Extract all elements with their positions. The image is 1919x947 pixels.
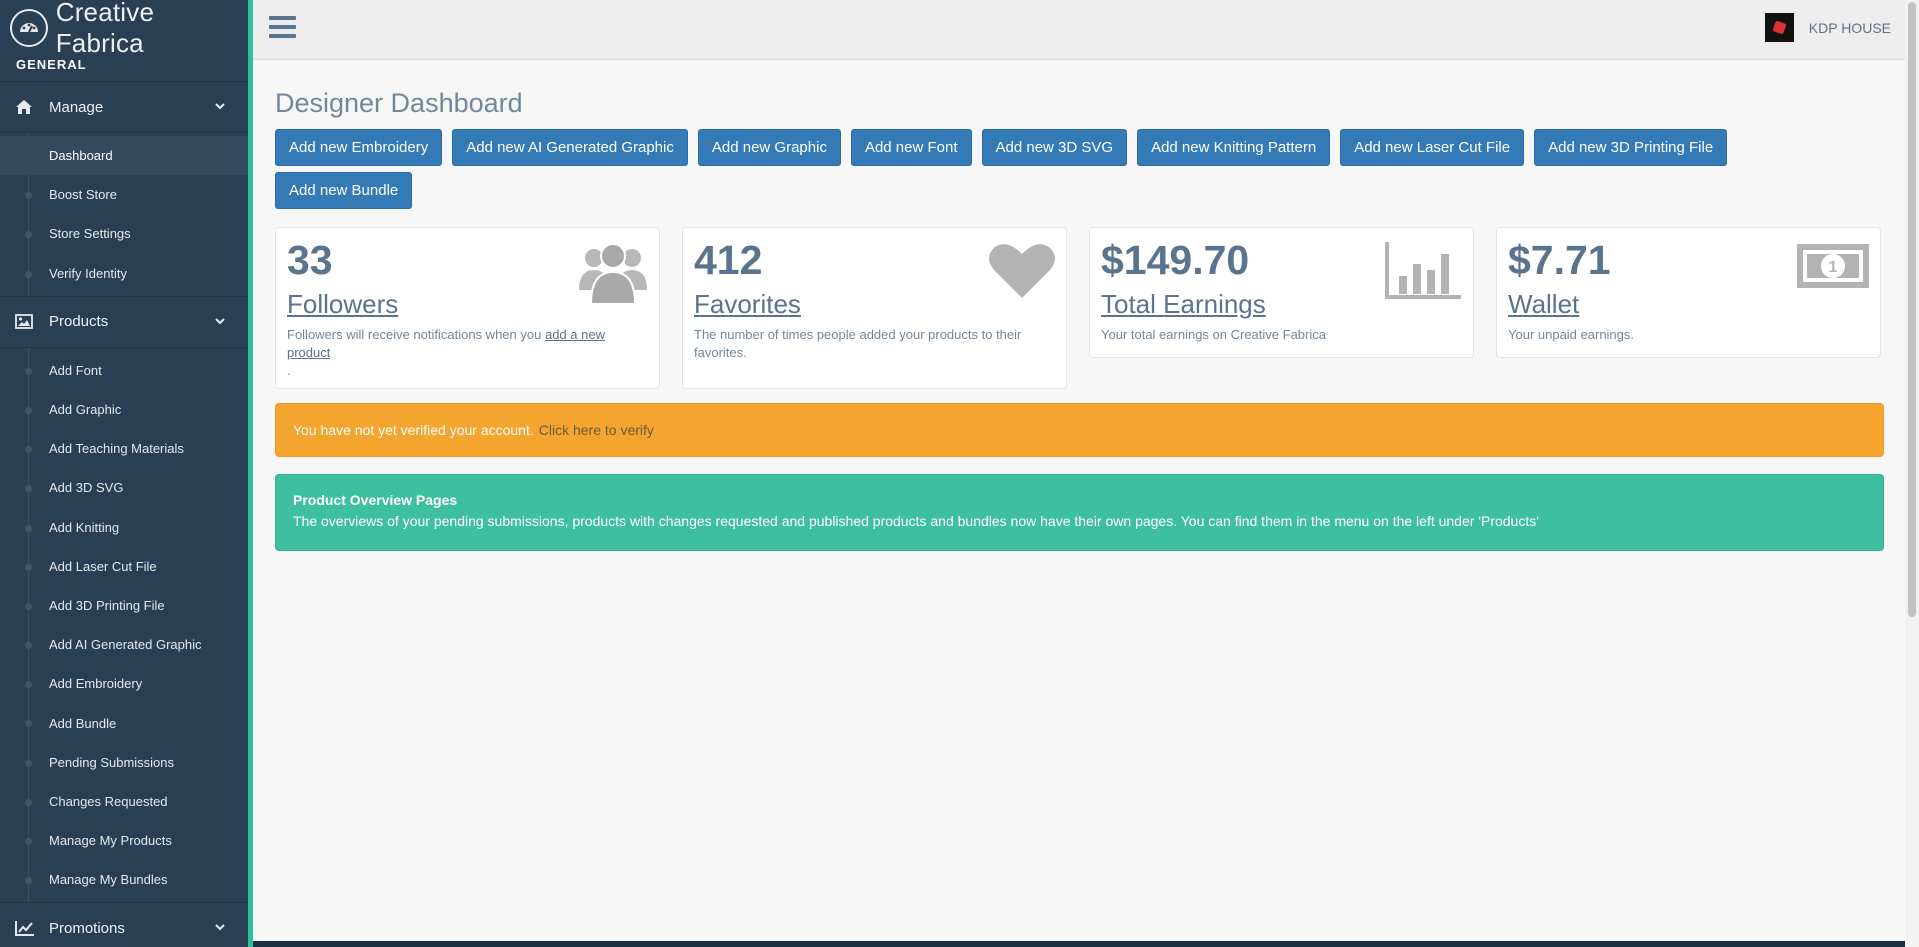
stats-row: 33 Followers Followers will receive noti… xyxy=(275,227,1884,389)
menu-manage-label: Manage xyxy=(49,98,104,116)
sidebar-item-add-ai-generated-graphic[interactable]: Add AI Generated Graphic xyxy=(0,625,248,664)
brand[interactable]: Creative Fabrica xyxy=(0,0,248,58)
sidebar-item-manage-my-bundles[interactable]: Manage My Bundles xyxy=(0,860,248,899)
sidebar-item-manage-my-products[interactable]: Manage My Products xyxy=(0,821,248,860)
chevron-down-icon xyxy=(214,920,226,938)
add-graphic-button[interactable]: Add new Graphic xyxy=(697,129,841,166)
user-menu[interactable]: KDP HOUSE xyxy=(1764,13,1891,42)
svg-text:1: 1 xyxy=(1829,259,1838,276)
product-overview-info-alert: Product Overview Pages The overviews of … xyxy=(275,474,1884,551)
money-icon: 1 xyxy=(1796,240,1870,297)
dashboard-gauge-icon xyxy=(10,8,48,47)
sidebar-item-changes-requested[interactable]: Changes Requested xyxy=(0,782,248,821)
followers-desc-end: . xyxy=(287,363,291,378)
heart-icon xyxy=(988,240,1056,305)
sidebar: Creative Fabrica GENERAL Manage Dashboar… xyxy=(0,0,253,947)
brand-title: Creative Fabrica xyxy=(55,0,155,58)
menu-promotions[interactable]: Promotions xyxy=(0,902,248,947)
menu-products-label: Products xyxy=(49,313,109,331)
add-3d-svg-button[interactable]: Add new 3D SVG xyxy=(981,129,1128,166)
add-buttons-row: Add new Embroidery Add new AI Generated … xyxy=(275,129,1875,215)
sidebar-item-dashboard[interactable]: Dashboard xyxy=(0,136,248,176)
page-scrollbar[interactable] xyxy=(1905,0,1919,947)
bar-chart-icon xyxy=(1385,240,1463,305)
menu-manage[interactable]: Manage xyxy=(0,81,248,133)
menu-toggle-icon[interactable] xyxy=(269,16,296,43)
stat-followers: 33 Followers Followers will receive noti… xyxy=(275,227,660,389)
sidebar-item-add-font[interactable]: Add Font xyxy=(0,351,248,390)
sidebar-item-verify-identity[interactable]: Verify Identity xyxy=(0,254,248,293)
sidebar-item-add-3d-printing-file[interactable]: Add 3D Printing File xyxy=(0,586,248,625)
favorites-description: The number of times people added your pr… xyxy=(694,327,1022,360)
sidebar-item-pending-submissions[interactable]: Pending Submissions xyxy=(0,743,248,782)
followers-desc-text: Followers will receive notifications whe… xyxy=(287,327,542,342)
sidebar-item-add-embroidery[interactable]: Add Embroidery xyxy=(0,664,248,703)
scrollbar-thumb[interactable] xyxy=(1908,2,1916,617)
menu-promotions-label: Promotions xyxy=(49,919,125,937)
main-content: Designer Dashboard Add new Embroidery Ad… xyxy=(275,88,1884,551)
stat-wallet: $7.71 Wallet Your unpaid earnings. 1 xyxy=(1496,227,1881,358)
sidebar-item-store-settings[interactable]: Store Settings xyxy=(0,214,248,253)
add-ai-graphic-button[interactable]: Add new AI Generated Graphic xyxy=(452,129,688,166)
user-name: KDP HOUSE xyxy=(1808,19,1891,36)
avatar xyxy=(1764,13,1794,42)
verify-account-link[interactable]: Click here to verify xyxy=(539,422,654,438)
sidebar-item-add-knitting[interactable]: Add Knitting xyxy=(0,508,248,547)
sidebar-item-add-bundle[interactable]: Add Bundle xyxy=(0,703,248,742)
footer-strip xyxy=(253,941,1905,947)
sidebar-item-add-teaching-materials[interactable]: Add Teaching Materials xyxy=(0,429,248,468)
page-title: Designer Dashboard xyxy=(275,88,523,118)
top-nav: KDP HOUSE xyxy=(253,0,1905,60)
add-3d-printing-file-button[interactable]: Add new 3D Printing File xyxy=(1534,129,1728,166)
menu-products[interactable]: Products xyxy=(0,295,248,348)
wallet-description: Your unpaid earnings. xyxy=(1508,327,1635,342)
chevron-down-icon xyxy=(214,314,226,332)
users-icon xyxy=(577,240,649,311)
earnings-description: Your total earnings on Creative Fabrica xyxy=(1101,327,1326,342)
submenu-products: Add Font Add Graphic Add Teaching Materi… xyxy=(0,347,248,903)
home-icon xyxy=(15,99,39,115)
info-heading: Product Overview Pages xyxy=(293,492,458,508)
sidebar-item-add-3d-svg[interactable]: Add 3D SVG xyxy=(0,468,248,507)
chevron-down-icon xyxy=(214,99,226,117)
followers-description: Followers will receive notifications whe… xyxy=(287,326,649,380)
verify-warning-alert: You have not yet verified your account. … xyxy=(275,403,1884,457)
add-font-button[interactable]: Add new Font xyxy=(850,129,972,166)
sidebar-item-add-graphic[interactable]: Add Graphic xyxy=(0,390,248,429)
info-text: The overviews of your pending submission… xyxy=(293,513,1539,529)
add-bundle-button[interactable]: Add new Bundle xyxy=(275,172,413,209)
sidebar-item-boost-store[interactable]: Boost Store xyxy=(0,175,248,214)
add-embroidery-button[interactable]: Add new Embroidery xyxy=(275,129,443,166)
add-knitting-pattern-button[interactable]: Add new Knitting Pattern xyxy=(1137,129,1331,166)
stat-total-earnings: $149.70 Total Earnings Your total earnin… xyxy=(1089,227,1474,358)
stat-favorites: 412 Favorites The number of times people… xyxy=(682,227,1067,389)
verify-warning-text: You have not yet verified your account. xyxy=(293,422,534,438)
add-laser-cut-file-button[interactable]: Add new Laser Cut File xyxy=(1340,129,1525,166)
sidebar-section-title: GENERAL xyxy=(16,57,87,72)
image-icon xyxy=(15,314,39,330)
submenu-manage: Dashboard Boost Store Store Settings Ver… xyxy=(0,133,248,296)
line-chart-icon xyxy=(15,920,39,937)
sidebar-item-add-laser-cut-file[interactable]: Add Laser Cut File xyxy=(0,547,248,586)
